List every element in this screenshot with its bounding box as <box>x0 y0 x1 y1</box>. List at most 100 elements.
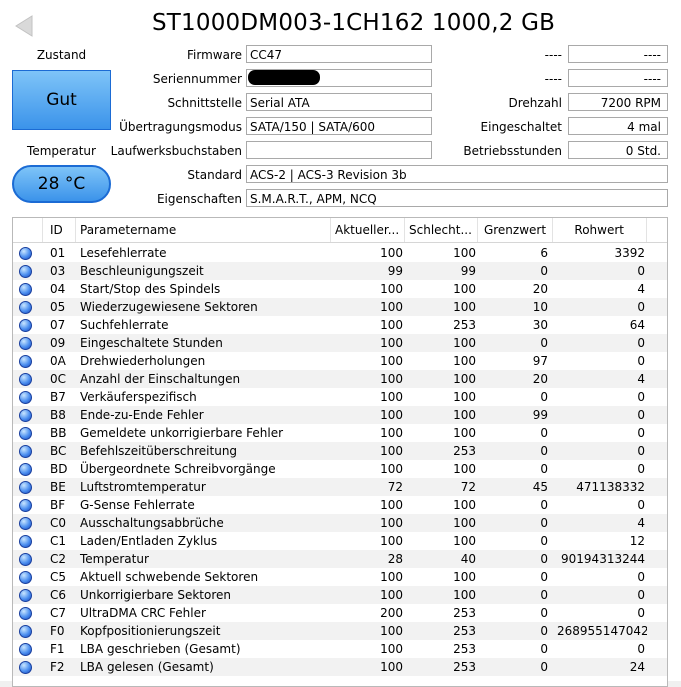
firmware-field[interactable]: CC47 <box>246 45 432 63</box>
cell-worst: 253 <box>453 642 476 656</box>
rotation-field[interactable]: 7200 RPM <box>568 93 668 111</box>
health-status-button[interactable]: Gut <box>12 70 111 130</box>
cell-name: Start/Stop des Spindels <box>80 282 221 296</box>
header-name[interactable]: Parametername <box>76 218 331 242</box>
table-row[interactable]: 07 Suchfehlerrate 100 253 30 64 <box>13 316 667 334</box>
transfer-mode-field[interactable]: SATA/150 | SATA/600 <box>246 117 432 135</box>
cell-raw: 0 <box>637 300 645 314</box>
smart-attributes-table[interactable]: ID Parametername Aktueller... Schlecht..… <box>12 217 668 687</box>
status-cell <box>13 622 43 640</box>
table-row[interactable]: BD Übergeordnete Schreibvorgänge 100 100 0 0 <box>13 460 667 478</box>
cell-id: C7 <box>50 606 67 620</box>
table-row[interactable]: B7 Verkäuferspezifisch 100 100 0 0 <box>13 388 667 406</box>
table-row[interactable]: B8 Ende-zu-Ende Fehler 100 100 99 0 <box>13 406 667 424</box>
temperature-button[interactable]: 28 °C <box>12 165 111 203</box>
standard-field[interactable]: ACS-2 | ACS-3 Revision 3b <box>246 165 668 183</box>
firmware-label: Firmware <box>187 48 242 62</box>
table-row[interactable]: 0A Drehwiederholungen 100 100 97 0 <box>13 352 667 370</box>
good-status-dot-icon <box>19 517 32 530</box>
cell-name: Unkorrigierbare Sektoren <box>80 588 232 602</box>
interface-field[interactable]: Serial ATA <box>246 93 432 111</box>
table-row[interactable]: F2 LBA gelesen (Gesamt) 100 253 0 24 <box>13 658 667 676</box>
table-row[interactable]: BB Gemeldete unkorrigierbare Fehler 100 100… <box>13 424 667 442</box>
table-row[interactable]: C5 Aktuell schwebende Sektoren 100 100 0 0 <box>13 568 667 586</box>
table-row[interactable]: F1 LBA geschrieben (Gesamt) 100 253 0 0 <box>13 640 667 658</box>
cell-threshold: 10 <box>532 300 548 314</box>
cell-current: 100 <box>380 570 403 584</box>
status-cell <box>13 370 43 388</box>
rotation-label: Drehzahl <box>508 96 563 110</box>
cell-name: LBA gelesen (Gesamt) <box>80 660 214 674</box>
header-threshold[interactable]: Grenzwert <box>478 218 553 242</box>
good-status-dot-icon <box>19 373 32 386</box>
serial-label: Seriennummer <box>152 72 242 86</box>
table-row[interactable]: 05 Wiederzugewiesene Sektoren 100 100 10 0 <box>13 298 667 316</box>
power-hours-label: Betriebsstunden <box>463 144 562 158</box>
cell-current: 100 <box>380 246 403 260</box>
drive-letters-field[interactable] <box>246 141 432 159</box>
cell-name: LBA geschrieben (Gesamt) <box>80 642 241 656</box>
cell-current: 200 <box>380 606 403 620</box>
table-row[interactable]: C7 UltraDMA CRC Fehler 200 253 0 0 <box>13 604 667 622</box>
cell-threshold: 0 <box>540 624 548 638</box>
table-row[interactable]: 04 Start/Stop des Spindels 100 100 20 4 <box>13 280 667 298</box>
features-field[interactable]: S.M.A.R.T., APM, NCQ <box>246 189 668 207</box>
status-cell <box>13 442 43 460</box>
cell-threshold: 0 <box>540 588 548 602</box>
table-row[interactable]: 0C Anzahl der Einschaltungen 100 100 20 4 <box>13 370 667 388</box>
transfer-mode-label: Übertragungsmodus <box>119 120 242 134</box>
cell-id: F0 <box>50 624 65 638</box>
power-hours-field[interactable]: 0 Std. <box>568 141 668 159</box>
power-count-field[interactable]: 4 mal <box>568 117 668 135</box>
cell-current: 72 <box>387 480 403 494</box>
table-row[interactable]: BC Befehlszeitüberschreitung 100 253 0 0 <box>13 442 667 460</box>
cell-raw: 0 <box>637 264 645 278</box>
header-raw[interactable]: Rohwert <box>553 218 647 242</box>
cell-raw: 0 <box>637 444 645 458</box>
table-row[interactable]: 01 Lesefehlerrate 100 100 6 3392 <box>13 244 667 262</box>
disk-tabs-strip[interactable] <box>0 0 681 6</box>
cell-name: Suchfehlerrate <box>80 318 169 332</box>
cell-threshold: 6 <box>540 246 548 260</box>
cell-id: 01 <box>50 246 66 260</box>
cell-id: 04 <box>50 282 66 296</box>
header-worst[interactable]: Schlecht... <box>405 218 478 242</box>
cell-raw: 0 <box>637 570 645 584</box>
temperature-value: 28 °C <box>37 174 86 194</box>
cell-worst: 100 <box>453 390 476 404</box>
features-label: Eigenschaften <box>156 192 242 206</box>
table-row[interactable]: BF G-Sense Fehlerrate 100 100 0 0 <box>13 496 667 514</box>
header-current[interactable]: Aktueller... <box>331 218 405 242</box>
cell-current: 28 <box>387 552 403 566</box>
status-cell <box>13 460 43 478</box>
table-row[interactable]: BE Luftstromtemperatur 72 72 45 471138332 <box>13 478 667 496</box>
table-row[interactable]: 09 Eingeschaltete Stunden 100 100 0 0 <box>13 334 667 352</box>
unknown1-field[interactable]: ---- <box>568 45 668 63</box>
table-row[interactable]: C2 Temperatur 28 40 0 90194313244 <box>13 550 667 568</box>
cell-raw: 0 <box>637 606 645 620</box>
cell-current: 100 <box>380 660 403 674</box>
table-row[interactable]: 03 Beschleunigungszeit 99 99 0 0 <box>13 262 667 280</box>
status-cell <box>13 568 43 586</box>
table-row[interactable]: F0 Kopfpositionierungszeit 100 253 0 26895514… <box>13 622 667 640</box>
table-row[interactable]: C0 Ausschaltungsabbrüche 100 100 0 4 <box>13 514 667 532</box>
cell-raw: 64 <box>629 318 645 332</box>
cell-threshold: 0 <box>540 336 548 350</box>
table-row[interactable]: C1 Laden/Entladen Zyklus 100 100 0 12 <box>13 532 667 550</box>
unknown2-field[interactable]: ---- <box>568 69 668 87</box>
cell-worst: 100 <box>453 426 476 440</box>
table-row[interactable]: C6 Unkorrigierbare Sektoren 100 100 0 0 <box>13 586 667 604</box>
cell-name: Drehwiederholungen <box>80 354 206 368</box>
good-status-dot-icon <box>19 643 32 656</box>
status-cell <box>13 640 43 658</box>
previous-disk-arrow-icon[interactable] <box>12 14 36 38</box>
status-cell <box>13 352 43 370</box>
cell-raw: 24 <box>629 660 645 674</box>
cell-name: UltraDMA CRC Fehler <box>80 606 206 620</box>
interface-label: Schnittstelle <box>167 96 242 110</box>
header-status <box>13 218 43 242</box>
cell-id: BE <box>50 480 66 494</box>
table-header: ID Parametername Aktueller... Schlecht..… <box>13 218 667 243</box>
header-id[interactable]: ID <box>43 218 76 242</box>
cell-worst: 100 <box>453 336 476 350</box>
